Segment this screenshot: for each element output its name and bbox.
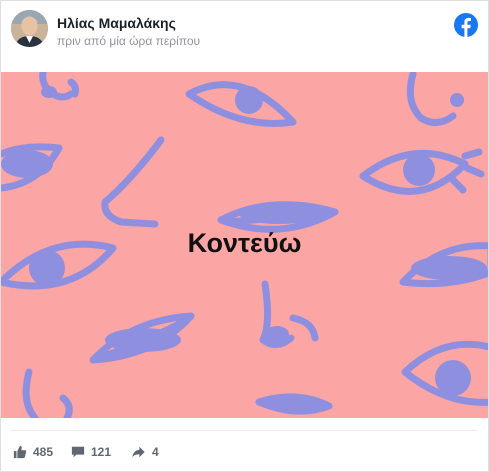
post-timestamp[interactable]: πριν από μία ώρα περίπου	[57, 34, 200, 48]
thumbs-up-icon	[13, 445, 27, 459]
facebook-icon[interactable]	[454, 13, 478, 37]
post-image-text: Κοντεύω	[187, 228, 302, 258]
share-arrow-icon	[132, 446, 145, 458]
author-name[interactable]: Ηλίας Μαμαλάκης	[57, 15, 176, 31]
shares-stat[interactable]: 4	[131, 441, 159, 463]
embedded-post-card: Ηλίας Μαμαλάκης πριν από μία ώρα περίπου	[0, 0, 489, 472]
footer-divider	[11, 430, 478, 431]
shares-count: 4	[152, 445, 159, 459]
comments-stat[interactable]: 121	[71, 441, 111, 463]
avatar-image	[11, 10, 48, 47]
comment-icon	[71, 446, 85, 458]
post-footer: 485 121 4	[13, 441, 476, 463]
author-avatar[interactable]	[11, 10, 48, 47]
likes-count: 485	[33, 445, 54, 459]
likes-stat[interactable]: 485	[13, 441, 53, 463]
comments-count: 121	[91, 445, 112, 459]
post-header: Ηλίας Μαμαλάκης πριν από μία ώρα περίπου	[11, 10, 478, 52]
post-image[interactable]: Κοντεύω	[1, 72, 488, 418]
